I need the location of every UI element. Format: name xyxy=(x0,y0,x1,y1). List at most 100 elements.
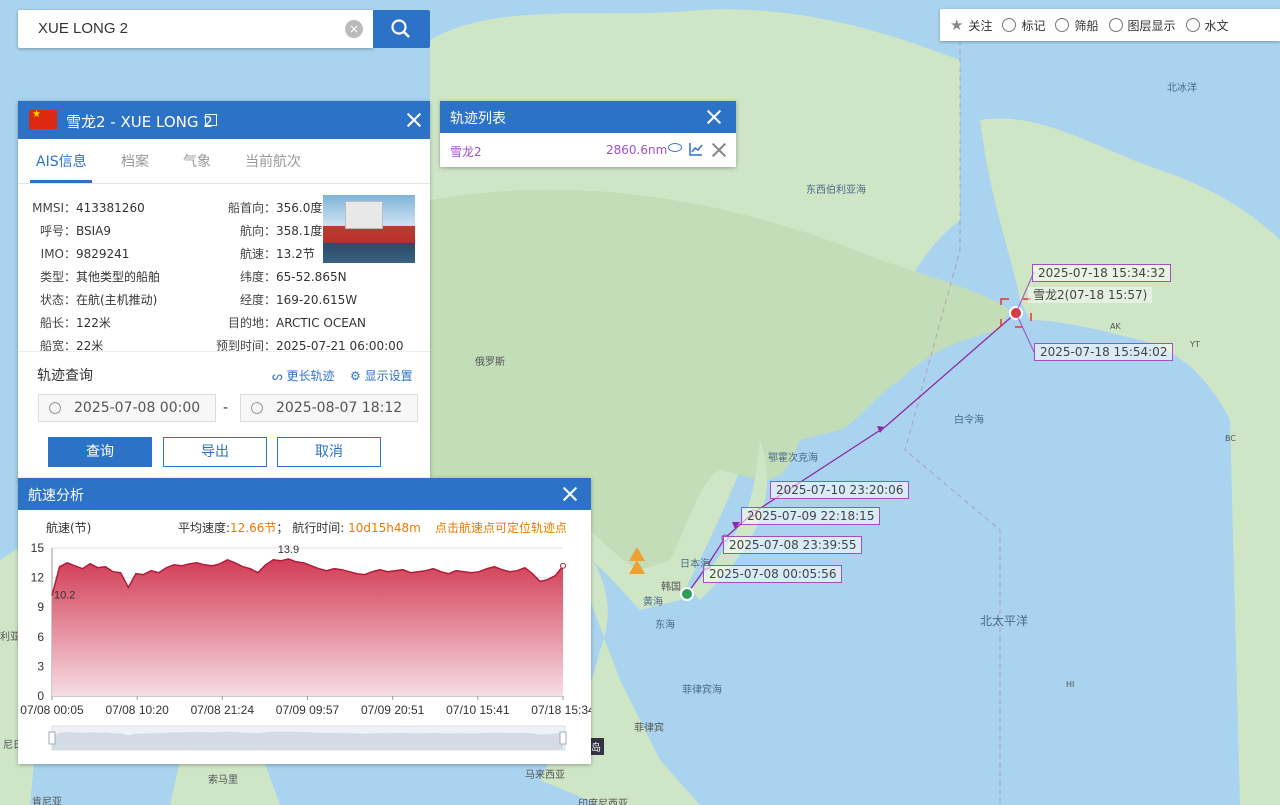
star-icon: ★ xyxy=(950,16,964,34)
ais-field-label: MMSI： xyxy=(32,201,76,215)
toolbar-layers[interactable]: 图层显示 xyxy=(1108,17,1176,34)
search-input[interactable] xyxy=(36,19,340,38)
x-tick-label: 07/09 09:57 xyxy=(276,703,340,717)
ais-field-label: 呼号： xyxy=(39,224,76,238)
toolbar-filter[interactable]: 筛船 xyxy=(1055,17,1099,34)
ais-field-label: 船首向： xyxy=(227,201,276,215)
eye-icon[interactable] xyxy=(668,143,682,152)
speed-chart[interactable]: 0 3 6 9 12 15 07/08 00:05 07/08 10:20 07/08 21:2… xyxy=(18,510,591,764)
label-somalia: 索马里 xyxy=(208,775,238,786)
track-point-label[interactable]: 2025-07-09 22:18:15 xyxy=(741,507,881,525)
track-point-label[interactable]: 2025-07-08 00:05:56 xyxy=(703,565,843,583)
zoom-handle-left[interactable] xyxy=(48,731,56,745)
end-date-field[interactable]: 2025-08-07 18:12 xyxy=(240,394,418,422)
toolbar-follow[interactable]: ★ 关注 xyxy=(950,16,992,34)
ais-field-value: 在航(主机推动) xyxy=(76,293,158,307)
label-ak: AK xyxy=(1110,322,1121,331)
label-bc: BC xyxy=(1225,434,1236,443)
longer-track-link[interactable]: ᔕ 更长轨迹 xyxy=(272,367,335,384)
ais-field-value: 13.2节 xyxy=(276,247,315,261)
ais-field-label: 航向： xyxy=(239,224,276,238)
close-speed-panel-button[interactable] xyxy=(562,486,578,502)
track-point-label[interactable]: 2025-07-18 15:54:02 xyxy=(1034,343,1174,361)
max-speed-annotation: 13.9 xyxy=(278,544,299,556)
start-date-value: 2025-07-08 00:00 xyxy=(74,400,201,416)
ais-info-row: 类型：其他类型的船舶 xyxy=(32,268,160,285)
label-indonesia: 印度尼西亚 xyxy=(578,799,628,805)
ship-info-panel: 雪龙2 - XUE LONG 2 AIS信息 档案 气象 当前航次 MMSI：4… xyxy=(18,101,430,482)
end-date-value: 2025-08-07 18:12 xyxy=(276,400,403,416)
remove-track-button[interactable] xyxy=(711,142,727,158)
ais-field-value: 122米 xyxy=(76,316,111,330)
track-icon: ᔕ xyxy=(272,369,287,383)
track-query-title: 轨迹查询 xyxy=(37,368,93,384)
ais-field-label: 目的地： xyxy=(227,316,276,330)
y-tick-label: 15 xyxy=(31,541,45,555)
track-list-row[interactable]: 雪龙2 2860.6nm xyxy=(440,133,736,167)
wave-icon xyxy=(1185,18,1200,32)
ais-info-row: 船首向：356.0度 xyxy=(204,199,322,216)
ais-field-label: 经度： xyxy=(239,293,276,307)
track-point-label[interactable]: 2025-07-10 23:20:06 xyxy=(770,481,910,499)
clock-icon xyxy=(251,402,263,414)
close-track-list-button[interactable] xyxy=(706,109,722,125)
zoom-handle-right[interactable] xyxy=(559,731,567,745)
ais-info-row: 经度：169-20.615W xyxy=(204,291,357,308)
ais-info-row: 纬度：65-52.865N xyxy=(204,268,347,285)
label-north-pacific: 北太平洋 xyxy=(980,614,1029,628)
tab-archive[interactable]: 档案 xyxy=(121,151,149,171)
y-tick-label: 6 xyxy=(37,630,44,644)
x-tick-label: 07/08 10:20 xyxy=(105,703,169,717)
ship-photo[interactable] xyxy=(323,195,415,263)
track-list-header: 轨迹列表 xyxy=(440,101,736,133)
label-philippine-sea: 菲律宾海 xyxy=(682,685,722,696)
clear-icon[interactable]: × xyxy=(345,20,363,38)
ais-info-row: MMSI：413381260 xyxy=(32,199,145,216)
track-list-title: 轨迹列表 xyxy=(450,111,506,127)
date-separator: - xyxy=(223,400,229,416)
edit-icon[interactable] xyxy=(205,114,217,126)
export-button[interactable]: 导出 xyxy=(163,437,267,467)
tag-icon xyxy=(1002,18,1017,32)
tab-ais-info[interactable]: AIS信息 xyxy=(36,151,87,171)
track-point-label[interactable]: 2025-07-18 15:34:32 xyxy=(1032,264,1172,282)
tab-current-voyage[interactable]: 当前航次 xyxy=(245,151,301,171)
toolbar-filter-label: 筛船 xyxy=(1074,18,1099,33)
ais-field-label: 航速： xyxy=(239,247,276,261)
toolbar-mark[interactable]: 标记 xyxy=(1002,17,1045,34)
label-philippines: 菲律宾 xyxy=(634,723,664,734)
x-tick-label: 07/10 15:41 xyxy=(446,703,510,717)
ais-info-row: 目的地：ARCTIC OCEAN xyxy=(204,314,366,331)
ship-panel-header: 雪龙2 - XUE LONG 2 xyxy=(18,101,430,139)
display-settings-link[interactable]: ⚙ 显示设置 xyxy=(350,367,413,384)
chart-icon[interactable] xyxy=(689,142,703,156)
y-tick-label: 0 xyxy=(37,689,44,703)
ais-field-value: ARCTIC OCEAN xyxy=(276,316,366,330)
ais-info-row: 船长：122米 xyxy=(32,314,111,331)
ship-position-label[interactable]: 雪龙2(07-18 15:57) xyxy=(1028,287,1153,303)
ais-info-row: IMO：9829241 xyxy=(32,245,130,262)
track-point-label[interactable]: 2025-07-08 23:39:55 xyxy=(723,536,863,554)
query-button[interactable]: 查询 xyxy=(48,437,152,467)
ais-field-label: IMO： xyxy=(40,247,76,261)
start-date-field[interactable]: 2025-07-08 00:00 xyxy=(38,394,216,422)
toolbar-mark-label: 标记 xyxy=(1021,18,1046,33)
map-toolbar: ★ 关注 标记 筛船 图层显示 水文 xyxy=(940,9,1280,41)
x-tick-label: 07/08 21:24 xyxy=(191,703,255,717)
label-lp: 利亚 xyxy=(0,632,20,643)
min-speed-annotation: 10.2 xyxy=(54,589,75,601)
toolbar-hydrology[interactable]: 水文 xyxy=(1185,17,1229,34)
ais-info-row: 航速：13.2节 xyxy=(204,245,315,262)
label-malaysia: 马来西亚 xyxy=(525,770,565,781)
active-tab-indicator xyxy=(30,180,92,183)
search-button[interactable] xyxy=(373,10,430,48)
close-ship-panel-button[interactable] xyxy=(406,112,422,128)
label-bering-sea: 白令海 xyxy=(954,415,984,426)
tab-weather[interactable]: 气象 xyxy=(183,151,211,171)
track-list-panel: 轨迹列表 雪龙2 2860.6nm xyxy=(440,101,736,167)
ais-field-label: 纬度： xyxy=(239,270,276,284)
cancel-button[interactable]: 取消 xyxy=(277,437,381,467)
search-box: × xyxy=(18,10,373,48)
label-russia: 俄罗斯 xyxy=(475,357,505,368)
track-ship-name: 雪龙2 xyxy=(450,145,482,159)
